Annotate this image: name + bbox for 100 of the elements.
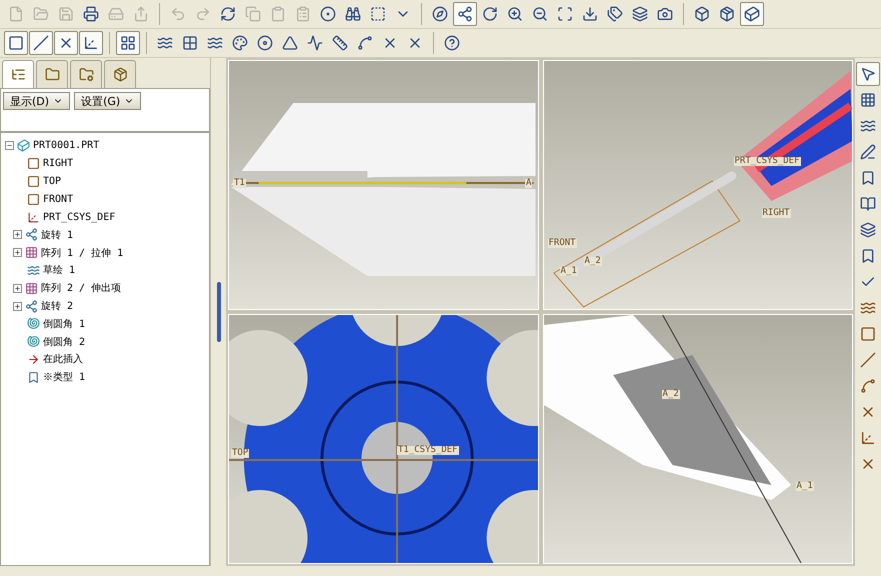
plane-icon [27,157,40,170]
plus-icon [14,249,21,256]
paste-icon [270,6,286,22]
tree-item[interactable]: ※类型 1 [43,370,86,384]
tree-item[interactable]: TOP [43,176,62,187]
splitter-handle[interactable] [216,282,220,342]
plus-icon [14,284,21,292]
curve-icon [860,378,876,394]
zoom-in-icon [507,6,523,22]
tree-item[interactable]: 在此插入 [43,352,83,366]
expand-toggle[interactable] [5,141,14,150]
pattern-icon [25,282,38,295]
datum-label: A_1 [560,267,578,276]
model-tree-icon [10,67,26,82]
pattern-icon [25,246,38,260]
wave-icon [207,35,223,51]
regenerate-icon [220,6,236,22]
tree-item[interactable]: PRT0001.PRT [33,140,100,152]
coordinate-system-icon [83,35,99,51]
wave-icon [860,118,876,134]
expand-toggle[interactable] [13,248,22,258]
tree-item[interactable]: 倒圆角 1 [43,316,86,331]
help-icon [444,35,460,51]
tree-item[interactable]: 草绘 1 [43,263,76,278]
navigator-tab[interactable] [2,60,34,88]
arrow-icon [27,352,40,366]
expand-toggle[interactable] [13,302,22,311]
refit-icon [557,6,573,22]
part-icon [17,139,30,152]
datum-label: PRT_CSYS_DEF [734,157,801,166]
tree-item[interactable]: PRT_CSYS_DEF [43,212,116,223]
plus-icon [14,231,21,238]
menu-button[interactable]: 设置(G) [74,92,142,110]
camera-icon [657,6,673,22]
menu-button[interactable]: 显示(D) [3,92,70,110]
datum-label: RIGHT [762,209,791,218]
datum-label: A_2 [584,257,602,266]
datum-label: A_1 [796,482,814,491]
tree-item[interactable]: 阵列 2 / 伸出项 [41,281,122,296]
new-file-icon [8,6,24,22]
toolbar-button[interactable] [54,31,78,55]
navigator-tab[interactable] [36,60,68,88]
toolbar-button[interactable] [116,31,140,55]
tree-item[interactable]: 倒圆角 2 [43,334,86,349]
datum-label: T1_CSYS_DEF [397,446,459,455]
viewport[interactable]: TOP T1_CSYS_DEF [228,314,538,564]
datum-plane-icon [860,326,876,342]
expand-toggle[interactable] [13,284,22,293]
datum-label: TOP [231,449,250,458]
grid-icon [860,92,876,108]
datum-axis-icon [33,35,49,51]
navigator-tab[interactable] [104,60,136,88]
filter-field[interactable] [0,113,210,132]
toolbar-button[interactable] [79,31,103,55]
folder-icon [78,67,94,82]
coordinate-system-icon [27,210,40,224]
tree-item[interactable]: RIGHT [43,158,74,170]
selection-box-icon [370,6,386,22]
plane-icon [27,174,40,188]
layers-icon [632,6,648,22]
undo-icon [170,6,186,22]
printer-icon [83,6,99,22]
tree-item[interactable]: 旋转 2 [41,299,74,314]
plane-icon [27,192,40,206]
pen-icon [860,144,876,160]
grid-icon [120,35,136,51]
wave-icon [860,300,876,316]
tree-item[interactable]: 阵列 1 / 拉伸 1 [41,246,124,260]
tree-item[interactable]: 旋转 1 [41,228,74,242]
tree-item[interactable]: FRONT [43,194,74,205]
expand-toggle[interactable] [13,230,22,240]
datum-label: T1 [233,179,246,188]
folders-icon [44,67,60,82]
pointer-icon [860,66,876,82]
redo-icon [195,6,211,22]
coordinate-system-icon [860,430,876,446]
viewport[interactable]: T1 A [228,60,538,310]
color-map-icon [232,35,248,51]
datum-label: FRONT [548,239,577,248]
viewport[interactable]: PRT_CSYS_DEF RIGHT FRONT A_2 A_1 [542,60,853,310]
wireframe-icon [694,6,710,22]
datum-axis-icon [860,352,876,368]
plus-icon [14,302,21,310]
toolbar-button[interactable] [29,31,53,55]
layers-icon [860,222,876,238]
toolbar-button[interactable] [453,2,477,26]
navigator-tab[interactable] [70,60,102,88]
datum-label: A_2 [662,390,680,399]
ruler-icon [332,35,348,51]
curve-icon [357,35,373,51]
binoculars-icon [345,6,361,22]
toolbar-button[interactable] [856,62,880,86]
copy-icon [245,6,261,22]
datum-plane-icon [8,35,24,51]
datum-label: A [525,179,532,188]
toolbar-button[interactable] [740,2,764,26]
save-icon [58,6,74,22]
viewport[interactable]: A_2 A_1 [542,314,853,564]
toolbar-button[interactable] [4,31,28,55]
zoom-out-icon [532,6,548,22]
